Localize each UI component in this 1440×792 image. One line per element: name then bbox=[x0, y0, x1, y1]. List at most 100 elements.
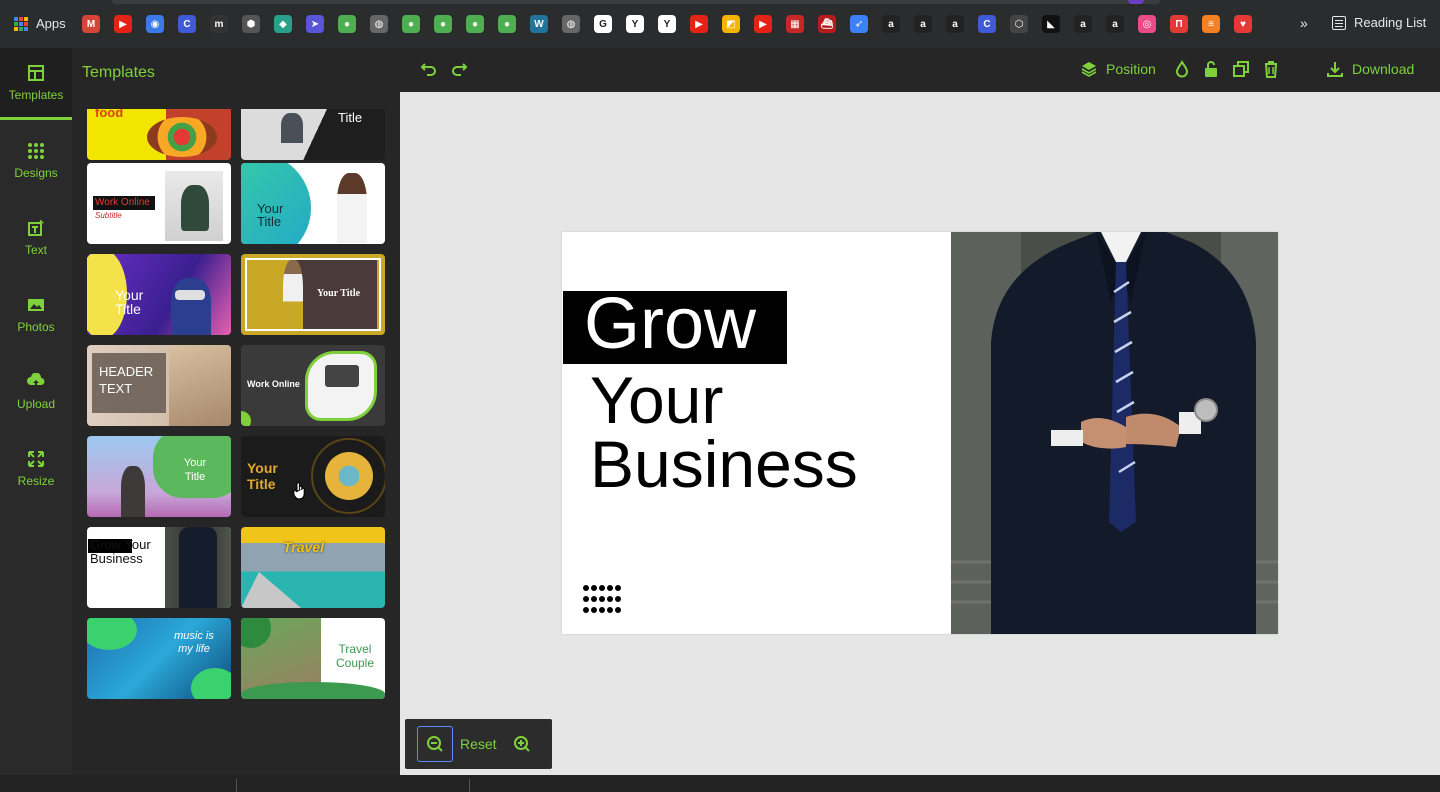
nav-item-label: Photos bbox=[17, 320, 55, 334]
template-music-is-my-life[interactable]: music is my life bbox=[87, 618, 231, 699]
template-travel[interactable]: Travel bbox=[241, 527, 385, 608]
template-your-title-vr[interactable]: Your Title bbox=[87, 254, 231, 335]
template-your-title-gold[interactable]: Your Title bbox=[241, 254, 385, 335]
dribbble-bookmark-icon[interactable]: ◎ bbox=[1138, 15, 1156, 33]
box-bookmark-icon[interactable]: ⬡ bbox=[1010, 15, 1028, 33]
lock-button[interactable] bbox=[1202, 58, 1220, 80]
undo-icon bbox=[420, 63, 436, 76]
nav-item-designs[interactable]: Designs bbox=[0, 125, 72, 197]
leaf2-bookmark-icon[interactable]: ● bbox=[402, 15, 420, 33]
delete-button[interactable] bbox=[1262, 58, 1280, 80]
youtube3-bookmark-icon[interactable]: ▶ bbox=[754, 15, 772, 33]
nav-item-upload[interactable]: Upload bbox=[0, 356, 72, 428]
amazon2-bookmark-icon[interactable]: a bbox=[914, 15, 932, 33]
heart-bookmark-icon[interactable]: ♥ bbox=[1234, 15, 1252, 33]
globe2-bookmark-icon[interactable]: ◍ bbox=[562, 15, 580, 33]
upload-icon bbox=[27, 373, 45, 387]
reading-list-icon bbox=[1332, 15, 1346, 30]
hex-bookmark-icon[interactable]: ⬢ bbox=[242, 15, 260, 33]
template-travel-couple[interactable]: Travel Couple bbox=[241, 618, 385, 699]
globe1-bookmark-icon[interactable]: ◍ bbox=[370, 15, 388, 33]
undo-button[interactable] bbox=[420, 58, 438, 80]
google-bookmark-icon[interactable]: G bbox=[594, 15, 612, 33]
zoom-in-button[interactable] bbox=[511, 733, 533, 755]
template-food[interactable]: food bbox=[87, 109, 231, 160]
position-button[interactable]: Position bbox=[1080, 58, 1156, 80]
amazon1-bookmark-icon[interactable]: a bbox=[882, 15, 900, 33]
duplicate-button[interactable] bbox=[1232, 58, 1250, 80]
templates-panel: Templates food Title Work Online Subtitl… bbox=[72, 48, 400, 775]
yahoo2-bookmark-icon[interactable]: Y bbox=[658, 15, 676, 33]
headline-word-your[interactable]: Your bbox=[590, 367, 723, 433]
text-icon bbox=[28, 220, 44, 236]
businessman-photo[interactable] bbox=[951, 232, 1278, 634]
stack-bookmark-icon[interactable]: ≡ bbox=[1202, 15, 1220, 33]
apps-bookmark[interactable]: Apps bbox=[14, 16, 66, 31]
unlock-icon bbox=[1205, 61, 1217, 77]
leaf3-bookmark-icon[interactable]: ● bbox=[434, 15, 452, 33]
leaf5-bookmark-icon[interactable]: ● bbox=[498, 15, 516, 33]
ship-bookmark-icon[interactable]: ⛴ bbox=[818, 15, 836, 33]
youtube2-bookmark-icon[interactable]: ▶ bbox=[690, 15, 708, 33]
design-canvas[interactable]: Grow Your Business bbox=[562, 232, 1278, 634]
wordpress-bookmark-icon[interactable]: W bbox=[530, 15, 548, 33]
template-title-dark[interactable]: Title bbox=[241, 109, 385, 160]
nav-item-text[interactable]: Text bbox=[0, 202, 72, 274]
opacity-button[interactable] bbox=[1173, 58, 1191, 80]
send-bookmark-icon[interactable]: ➶ bbox=[850, 15, 868, 33]
nav-item-label: Resize bbox=[17, 474, 55, 488]
drive-bookmark-icon[interactable]: ◩ bbox=[722, 15, 740, 33]
leaf4-bookmark-icon[interactable]: ● bbox=[466, 15, 484, 33]
template-grow-your-business[interactable]: Grow Your Business bbox=[87, 527, 231, 608]
m-app-bookmark-icon[interactable]: m bbox=[210, 15, 228, 33]
template-work-online-red[interactable]: Work Online Subtitle bbox=[87, 163, 231, 244]
template-label: HEADER TEXT bbox=[99, 364, 154, 396]
nav-item-label: Upload bbox=[16, 397, 56, 411]
zoom-control: Reset bbox=[405, 719, 552, 769]
grid-app-bookmark-icon[interactable]: ▦ bbox=[786, 15, 804, 33]
nav-item-templates[interactable]: Templates bbox=[0, 48, 72, 120]
template-label: Travel bbox=[283, 539, 324, 555]
template-your-title-green[interactable]: Your Title bbox=[87, 436, 231, 517]
redo-icon bbox=[452, 63, 468, 76]
template-header-text[interactable]: HEADER TEXT bbox=[87, 345, 231, 426]
amazon4-bookmark-icon[interactable]: a bbox=[1074, 15, 1092, 33]
amazon5-bookmark-icon[interactable]: a bbox=[1106, 15, 1124, 33]
zoom-reset-button[interactable]: Reset bbox=[460, 736, 497, 752]
maps-bookmark-icon[interactable]: ◉ bbox=[146, 15, 164, 33]
templates-icon bbox=[28, 64, 44, 81]
n-app-bookmark-icon[interactable]: П bbox=[1170, 15, 1188, 33]
businessman-illustration bbox=[951, 232, 1278, 634]
cube-bookmark-icon[interactable]: ◆ bbox=[274, 15, 292, 33]
zoom-in-icon bbox=[514, 736, 530, 752]
yahoo1-bookmark-icon[interactable]: Y bbox=[626, 15, 644, 33]
template-your-title-dark-gold[interactable]: Your Title bbox=[241, 436, 385, 517]
dark-app-bookmark-icon[interactable]: ◣ bbox=[1042, 15, 1060, 33]
bookmarks-bar: 27 Apps M▶◉Cm⬢◆➤●◍●●●●W◍GYY▶◩▶▦⛴➶aaaC⬡◣a… bbox=[0, 0, 1440, 48]
photos-icon bbox=[28, 299, 44, 311]
headline-word-grow[interactable]: Grow bbox=[584, 283, 756, 365]
amazon3-bookmark-icon[interactable]: a bbox=[946, 15, 964, 33]
template-label: Work Online bbox=[95, 197, 150, 208]
zoom-out-button[interactable] bbox=[417, 726, 453, 762]
download-button[interactable]: Download bbox=[1326, 58, 1414, 80]
template-work-online-green[interactable]: Work Online bbox=[241, 345, 385, 426]
c-app-bookmark-icon[interactable]: C bbox=[178, 15, 196, 33]
template-your-title-teal[interactable]: Your Title bbox=[241, 163, 385, 244]
resize-icon bbox=[28, 451, 44, 467]
reading-list-button[interactable]: Reading List bbox=[1332, 15, 1426, 30]
nav-item-photos[interactable]: Photos bbox=[0, 279, 72, 351]
gmail-bookmark-icon[interactable]: M bbox=[82, 15, 100, 33]
more-bookmarks-button[interactable]: » bbox=[1300, 15, 1308, 31]
arrow-bookmark-icon[interactable]: ➤ bbox=[306, 15, 324, 33]
template-label: Title bbox=[338, 110, 363, 125]
dot-pattern-decoration[interactable] bbox=[582, 584, 622, 618]
c-app2-bookmark-icon[interactable]: C bbox=[978, 15, 996, 33]
bottom-status-strip bbox=[0, 775, 1440, 792]
leaf1-bookmark-icon[interactable]: ● bbox=[338, 15, 356, 33]
headline-word-business[interactable]: Business bbox=[590, 431, 858, 497]
youtube-bookmark-icon[interactable]: ▶ bbox=[114, 15, 132, 33]
template-label: Your Title bbox=[247, 460, 278, 492]
nav-item-resize[interactable]: Resize bbox=[0, 433, 72, 505]
redo-button[interactable] bbox=[450, 58, 468, 80]
